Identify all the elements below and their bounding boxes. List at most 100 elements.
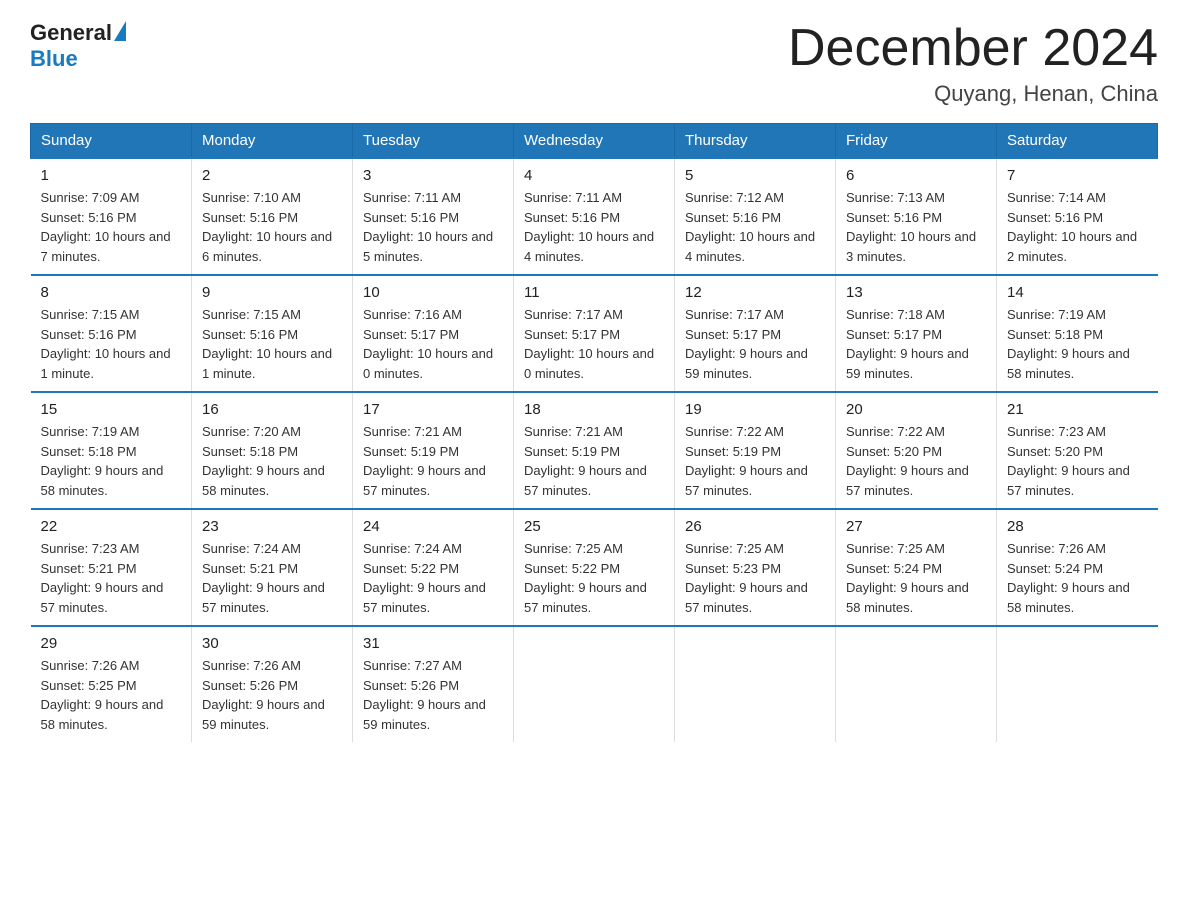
day-number: 28 — [1007, 518, 1148, 535]
calendar-cell: 25Sunrise: 7:25 AMSunset: 5:22 PMDayligh… — [514, 509, 675, 626]
day-info: Sunrise: 7:24 AMSunset: 5:21 PMDaylight:… — [202, 541, 325, 615]
day-number: 23 — [202, 518, 342, 535]
day-info: Sunrise: 7:10 AMSunset: 5:16 PMDaylight:… — [202, 190, 332, 264]
column-header-monday: Monday — [192, 124, 353, 159]
calendar-cell: 2 Sunrise: 7:10 AMSunset: 5:16 PMDaylight… — [192, 158, 353, 275]
day-number: 22 — [41, 518, 182, 535]
day-number: 4 — [524, 167, 664, 184]
calendar-cell — [675, 626, 836, 742]
day-number: 13 — [846, 284, 986, 301]
day-info: Sunrise: 7:11 AMSunset: 5:16 PMDaylight:… — [524, 190, 654, 264]
calendar-cell: 20 Sunrise: 7:22 AMSunset: 5:20 PMDayligh… — [836, 392, 997, 509]
calendar-cell: 17 Sunrise: 7:21 AMSunset: 5:19 PMDayligh… — [353, 392, 514, 509]
calendar-week-row: 15 Sunrise: 7:19 AMSunset: 5:18 PMDayligh… — [31, 392, 1158, 509]
day-info: Sunrise: 7:17 AMSunset: 5:17 PMDaylight:… — [685, 307, 808, 381]
day-number: 7 — [1007, 167, 1148, 184]
day-number: 8 — [41, 284, 182, 301]
calendar-week-row: 8 Sunrise: 7:15 AMSunset: 5:16 PMDaylight… — [31, 275, 1158, 392]
day-number: 21 — [1007, 401, 1148, 418]
calendar-cell — [836, 626, 997, 742]
day-info: Sunrise: 7:18 AMSunset: 5:17 PMDaylight:… — [846, 307, 969, 381]
calendar-cell: 29Sunrise: 7:26 AMSunset: 5:25 PMDayligh… — [31, 626, 192, 742]
day-number: 19 — [685, 401, 825, 418]
day-number: 10 — [363, 284, 503, 301]
day-info: Sunrise: 7:14 AMSunset: 5:16 PMDaylight:… — [1007, 190, 1137, 264]
calendar-table: SundayMondayTuesdayWednesdayThursdayFrid… — [30, 123, 1158, 742]
column-header-saturday: Saturday — [997, 124, 1158, 159]
day-number: 2 — [202, 167, 342, 184]
day-info: Sunrise: 7:25 AMSunset: 5:22 PMDaylight:… — [524, 541, 647, 615]
calendar-cell: 4 Sunrise: 7:11 AMSunset: 5:16 PMDaylight… — [514, 158, 675, 275]
day-number: 29 — [41, 635, 182, 652]
day-number: 17 — [363, 401, 503, 418]
day-info: Sunrise: 7:21 AMSunset: 5:19 PMDaylight:… — [363, 424, 486, 498]
day-number: 18 — [524, 401, 664, 418]
column-header-thursday: Thursday — [675, 124, 836, 159]
calendar-cell: 11 Sunrise: 7:17 AMSunset: 5:17 PMDayligh… — [514, 275, 675, 392]
calendar-cell: 12Sunrise: 7:17 AMSunset: 5:17 PMDayligh… — [675, 275, 836, 392]
calendar-cell: 14 Sunrise: 7:19 AMSunset: 5:18 PMDayligh… — [997, 275, 1158, 392]
day-number: 20 — [846, 401, 986, 418]
day-number: 3 — [363, 167, 503, 184]
calendar-cell: 27 Sunrise: 7:25 AMSunset: 5:24 PMDayligh… — [836, 509, 997, 626]
day-info: Sunrise: 7:23 AMSunset: 5:21 PMDaylight:… — [41, 541, 164, 615]
day-number: 30 — [202, 635, 342, 652]
day-info: Sunrise: 7:27 AMSunset: 5:26 PMDaylight:… — [363, 658, 486, 732]
calendar-cell: 10 Sunrise: 7:16 AMSunset: 5:17 PMDayligh… — [353, 275, 514, 392]
logo-triangle-icon — [114, 21, 126, 41]
calendar-cell: 21 Sunrise: 7:23 AMSunset: 5:20 PMDayligh… — [997, 392, 1158, 509]
day-number: 15 — [41, 401, 182, 418]
day-number: 16 — [202, 401, 342, 418]
day-number: 31 — [363, 635, 503, 652]
day-number: 14 — [1007, 284, 1148, 301]
calendar-cell: 13 Sunrise: 7:18 AMSunset: 5:17 PMDayligh… — [836, 275, 997, 392]
calendar-cell: 22 Sunrise: 7:23 AMSunset: 5:21 PMDayligh… — [31, 509, 192, 626]
day-number: 26 — [685, 518, 825, 535]
page-header: General Blue December 2024 Quyang, Henan… — [30, 20, 1158, 107]
calendar-cell — [514, 626, 675, 742]
day-info: Sunrise: 7:21 AMSunset: 5:19 PMDaylight:… — [524, 424, 647, 498]
calendar-cell: 1 Sunrise: 7:09 AMSunset: 5:16 PMDaylight… — [31, 158, 192, 275]
logo: General Blue — [30, 20, 126, 72]
calendar-cell: 28 Sunrise: 7:26 AMSunset: 5:24 PMDayligh… — [997, 509, 1158, 626]
calendar-cell: 6Sunrise: 7:13 AMSunset: 5:16 PMDaylight… — [836, 158, 997, 275]
calendar-cell — [997, 626, 1158, 742]
column-header-friday: Friday — [836, 124, 997, 159]
day-info: Sunrise: 7:20 AMSunset: 5:18 PMDaylight:… — [202, 424, 325, 498]
day-info: Sunrise: 7:11 AMSunset: 5:16 PMDaylight:… — [363, 190, 493, 264]
calendar-cell: 7 Sunrise: 7:14 AMSunset: 5:16 PMDaylight… — [997, 158, 1158, 275]
calendar-cell: 19Sunrise: 7:22 AMSunset: 5:19 PMDayligh… — [675, 392, 836, 509]
day-info: Sunrise: 7:17 AMSunset: 5:17 PMDaylight:… — [524, 307, 654, 381]
column-header-tuesday: Tuesday — [353, 124, 514, 159]
calendar-cell: 30 Sunrise: 7:26 AMSunset: 5:26 PMDayligh… — [192, 626, 353, 742]
calendar-cell: 8 Sunrise: 7:15 AMSunset: 5:16 PMDaylight… — [31, 275, 192, 392]
day-number: 5 — [685, 167, 825, 184]
day-info: Sunrise: 7:26 AMSunset: 5:26 PMDaylight:… — [202, 658, 325, 732]
day-info: Sunrise: 7:22 AMSunset: 5:20 PMDaylight:… — [846, 424, 969, 498]
day-number: 9 — [202, 284, 342, 301]
logo-general-text: General — [30, 20, 112, 46]
calendar-cell: 9Sunrise: 7:15 AMSunset: 5:16 PMDaylight… — [192, 275, 353, 392]
calendar-week-row: 22 Sunrise: 7:23 AMSunset: 5:21 PMDayligh… — [31, 509, 1158, 626]
day-info: Sunrise: 7:25 AMSunset: 5:24 PMDaylight:… — [846, 541, 969, 615]
day-number: 1 — [41, 167, 182, 184]
day-info: Sunrise: 7:12 AMSunset: 5:16 PMDaylight:… — [685, 190, 815, 264]
calendar-cell: 16 Sunrise: 7:20 AMSunset: 5:18 PMDayligh… — [192, 392, 353, 509]
day-info: Sunrise: 7:16 AMSunset: 5:17 PMDaylight:… — [363, 307, 493, 381]
day-info: Sunrise: 7:09 AMSunset: 5:16 PMDaylight:… — [41, 190, 171, 264]
day-info: Sunrise: 7:15 AMSunset: 5:16 PMDaylight:… — [41, 307, 171, 381]
day-number: 11 — [524, 284, 664, 301]
day-info: Sunrise: 7:23 AMSunset: 5:20 PMDaylight:… — [1007, 424, 1130, 498]
calendar-cell: 24Sunrise: 7:24 AMSunset: 5:22 PMDayligh… — [353, 509, 514, 626]
day-info: Sunrise: 7:19 AMSunset: 5:18 PMDaylight:… — [41, 424, 164, 498]
day-info: Sunrise: 7:24 AMSunset: 5:22 PMDaylight:… — [363, 541, 486, 615]
calendar-cell: 23 Sunrise: 7:24 AMSunset: 5:21 PMDayligh… — [192, 509, 353, 626]
day-info: Sunrise: 7:26 AMSunset: 5:24 PMDaylight:… — [1007, 541, 1130, 615]
month-title: December 2024 — [788, 20, 1158, 77]
logo-blue-text: Blue — [30, 46, 78, 72]
calendar-cell: 31 Sunrise: 7:27 AMSunset: 5:26 PMDayligh… — [353, 626, 514, 742]
day-info: Sunrise: 7:19 AMSunset: 5:18 PMDaylight:… — [1007, 307, 1130, 381]
calendar-cell: 26 Sunrise: 7:25 AMSunset: 5:23 PMDayligh… — [675, 509, 836, 626]
day-info: Sunrise: 7:25 AMSunset: 5:23 PMDaylight:… — [685, 541, 808, 615]
day-number: 27 — [846, 518, 986, 535]
